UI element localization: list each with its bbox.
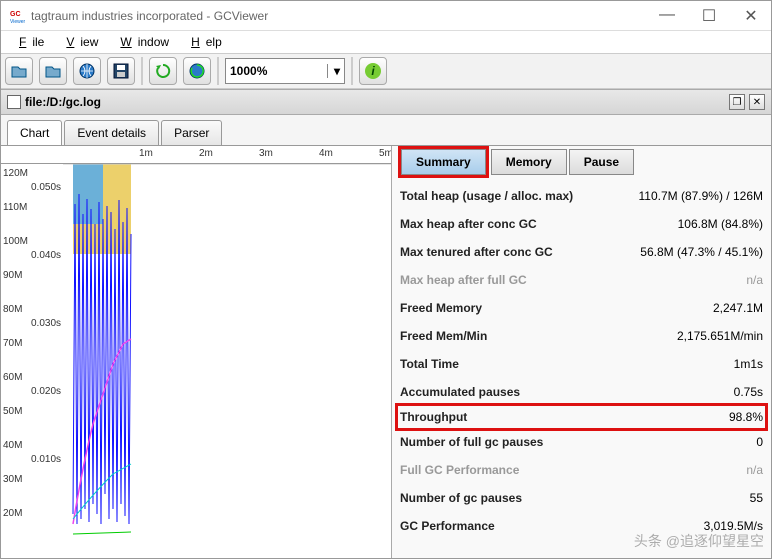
stat-row: Freed Mem/Min 2,175.651M/min — [398, 322, 765, 350]
stat-row: Freed Memory 2,247.1M — [398, 294, 765, 322]
chart-plot — [63, 164, 391, 558]
maximize-button[interactable]: ☐ — [697, 6, 721, 26]
content-area: 1m 2m 3m 4m 5m 120M110M100M 90M80M70M 60… — [1, 145, 771, 558]
minimize-button[interactable]: — — [655, 6, 679, 26]
watermark: 头条 @追逐仰望星空 — [634, 531, 764, 551]
watch-button[interactable] — [183, 57, 211, 85]
document-header: file:/D:/gc.log ❐ ✕ — [1, 89, 771, 115]
stat-label: Total heap (usage / alloc. max) — [400, 189, 573, 203]
stat-value: 56.8M (47.3% / 45.1%) — [640, 245, 763, 259]
stat-label: Throughput — [400, 410, 467, 424]
stat-row: Number of full gc pauses 0 — [398, 428, 765, 456]
stat-value: 0.75s — [734, 385, 763, 399]
open-recent-button[interactable] — [39, 57, 67, 85]
summary-pane: Summary Memory Pause Total heap (usage /… — [391, 146, 771, 558]
stat-label: Max heap after full GC — [400, 273, 527, 287]
summary-tab-highlight: Summary — [398, 146, 489, 178]
chart-time-ruler: 1m 2m 3m 4m 5m — [1, 146, 391, 164]
stat-value: 55 — [750, 491, 763, 505]
document-icon — [7, 95, 21, 109]
zoom-value: 1000% — [230, 64, 267, 78]
chart-y-time-axis: 0.050s0.040s0.030s 0.020s0.010s — [31, 182, 61, 522]
main-tabs: Chart Event details Parser — [1, 115, 771, 145]
stat-label: Total Time — [400, 357, 459, 371]
doc-close-button[interactable]: ✕ — [749, 94, 765, 110]
stat-row: Throughput 98.8% — [395, 403, 768, 431]
stat-value: 2,247.1M — [713, 301, 763, 315]
stat-value: n/a — [746, 273, 763, 287]
save-button[interactable] — [107, 57, 135, 85]
toolbar-divider — [141, 57, 143, 85]
stat-label: Number of gc pauses — [400, 491, 522, 505]
menu-help[interactable]: Help — [179, 33, 228, 51]
tab-chart[interactable]: Chart — [7, 120, 62, 145]
refresh-button[interactable] — [149, 57, 177, 85]
stat-label: Max tenured after conc GC — [400, 245, 553, 259]
chart-y-memory-axis: 120M110M100M 90M80M70M 60M50M40M 30M20M — [3, 168, 28, 542]
menu-view[interactable]: View — [54, 33, 104, 51]
stat-row: Max tenured after conc GC 56.8M (47.3% / … — [398, 238, 765, 266]
stat-value: 2,175.651M/min — [677, 329, 763, 343]
stat-value: 1m1s — [734, 357, 763, 371]
stat-label: GC Performance — [400, 519, 495, 533]
subtab-summary[interactable]: Summary — [401, 149, 486, 175]
svg-text:Viewer: Viewer — [10, 19, 25, 24]
toolbar-divider-2 — [217, 57, 219, 85]
stat-row: Total Time 1m1s — [398, 350, 765, 378]
stat-row: Number of gc pauses 55 — [398, 484, 765, 512]
app-icon: GCViewer — [9, 8, 25, 24]
dropdown-arrow-icon: ▾ — [327, 64, 340, 78]
about-button[interactable]: i — [359, 57, 387, 85]
stat-row: Accumulated pauses 0.75s — [398, 378, 765, 406]
window-title: tagtraum industries incorporated - GCVie… — [31, 9, 655, 23]
subtabs: Summary Memory Pause — [392, 146, 771, 174]
menu-window[interactable]: Window — [108, 33, 175, 51]
stat-value: 0 — [756, 435, 763, 449]
stat-value: 98.8% — [729, 410, 763, 424]
zoom-select[interactable]: 1000% ▾ — [225, 58, 345, 84]
tab-event-details[interactable]: Event details — [64, 120, 159, 145]
window-controls: — ☐ ✕ — [655, 6, 763, 26]
stat-label: Full GC Performance — [400, 463, 519, 477]
stats-list[interactable]: Total heap (usage / alloc. max) 110.7M (8… — [392, 174, 771, 558]
stat-label: Accumulated pauses — [400, 385, 520, 399]
stat-label: Max heap after conc GC — [400, 217, 537, 231]
open-file-button[interactable] — [5, 57, 33, 85]
titlebar: GCViewer tagtraum industries incorporate… — [1, 1, 771, 31]
subtab-memory[interactable]: Memory — [491, 149, 567, 175]
subtab-pause[interactable]: Pause — [569, 149, 634, 175]
toolbar-divider-3 — [351, 57, 353, 85]
menubar: File View Window Help — [1, 31, 771, 53]
stat-label: Freed Memory — [400, 301, 482, 315]
stat-row: Max heap after conc GC 106.8M (84.8%) — [398, 210, 765, 238]
stat-value: 106.8M (84.8%) — [678, 217, 763, 231]
menu-file[interactable]: File — [7, 33, 50, 51]
stat-value: n/a — [746, 463, 763, 477]
stat-label: Freed Mem/Min — [400, 329, 487, 343]
chart-pane[interactable]: 1m 2m 3m 4m 5m 120M110M100M 90M80M70M 60… — [1, 146, 391, 558]
close-button[interactable]: ✕ — [739, 6, 763, 26]
stat-label: Number of full gc pauses — [400, 435, 543, 449]
doc-restore-button[interactable]: ❐ — [729, 94, 745, 110]
tab-parser[interactable]: Parser — [161, 120, 222, 145]
stat-row: Full GC Performance n/a — [398, 456, 765, 484]
svg-text:GC: GC — [10, 11, 21, 18]
toolbar: 1000% ▾ i — [1, 53, 771, 89]
stat-row: Total heap (usage / alloc. max) 110.7M (8… — [398, 182, 765, 210]
stat-row: Max heap after full GC n/a — [398, 266, 765, 294]
open-url-button[interactable] — [73, 57, 101, 85]
document-path: file:/D:/gc.log — [25, 95, 101, 109]
stat-value: 110.7M (87.9%) / 126M — [638, 189, 763, 203]
